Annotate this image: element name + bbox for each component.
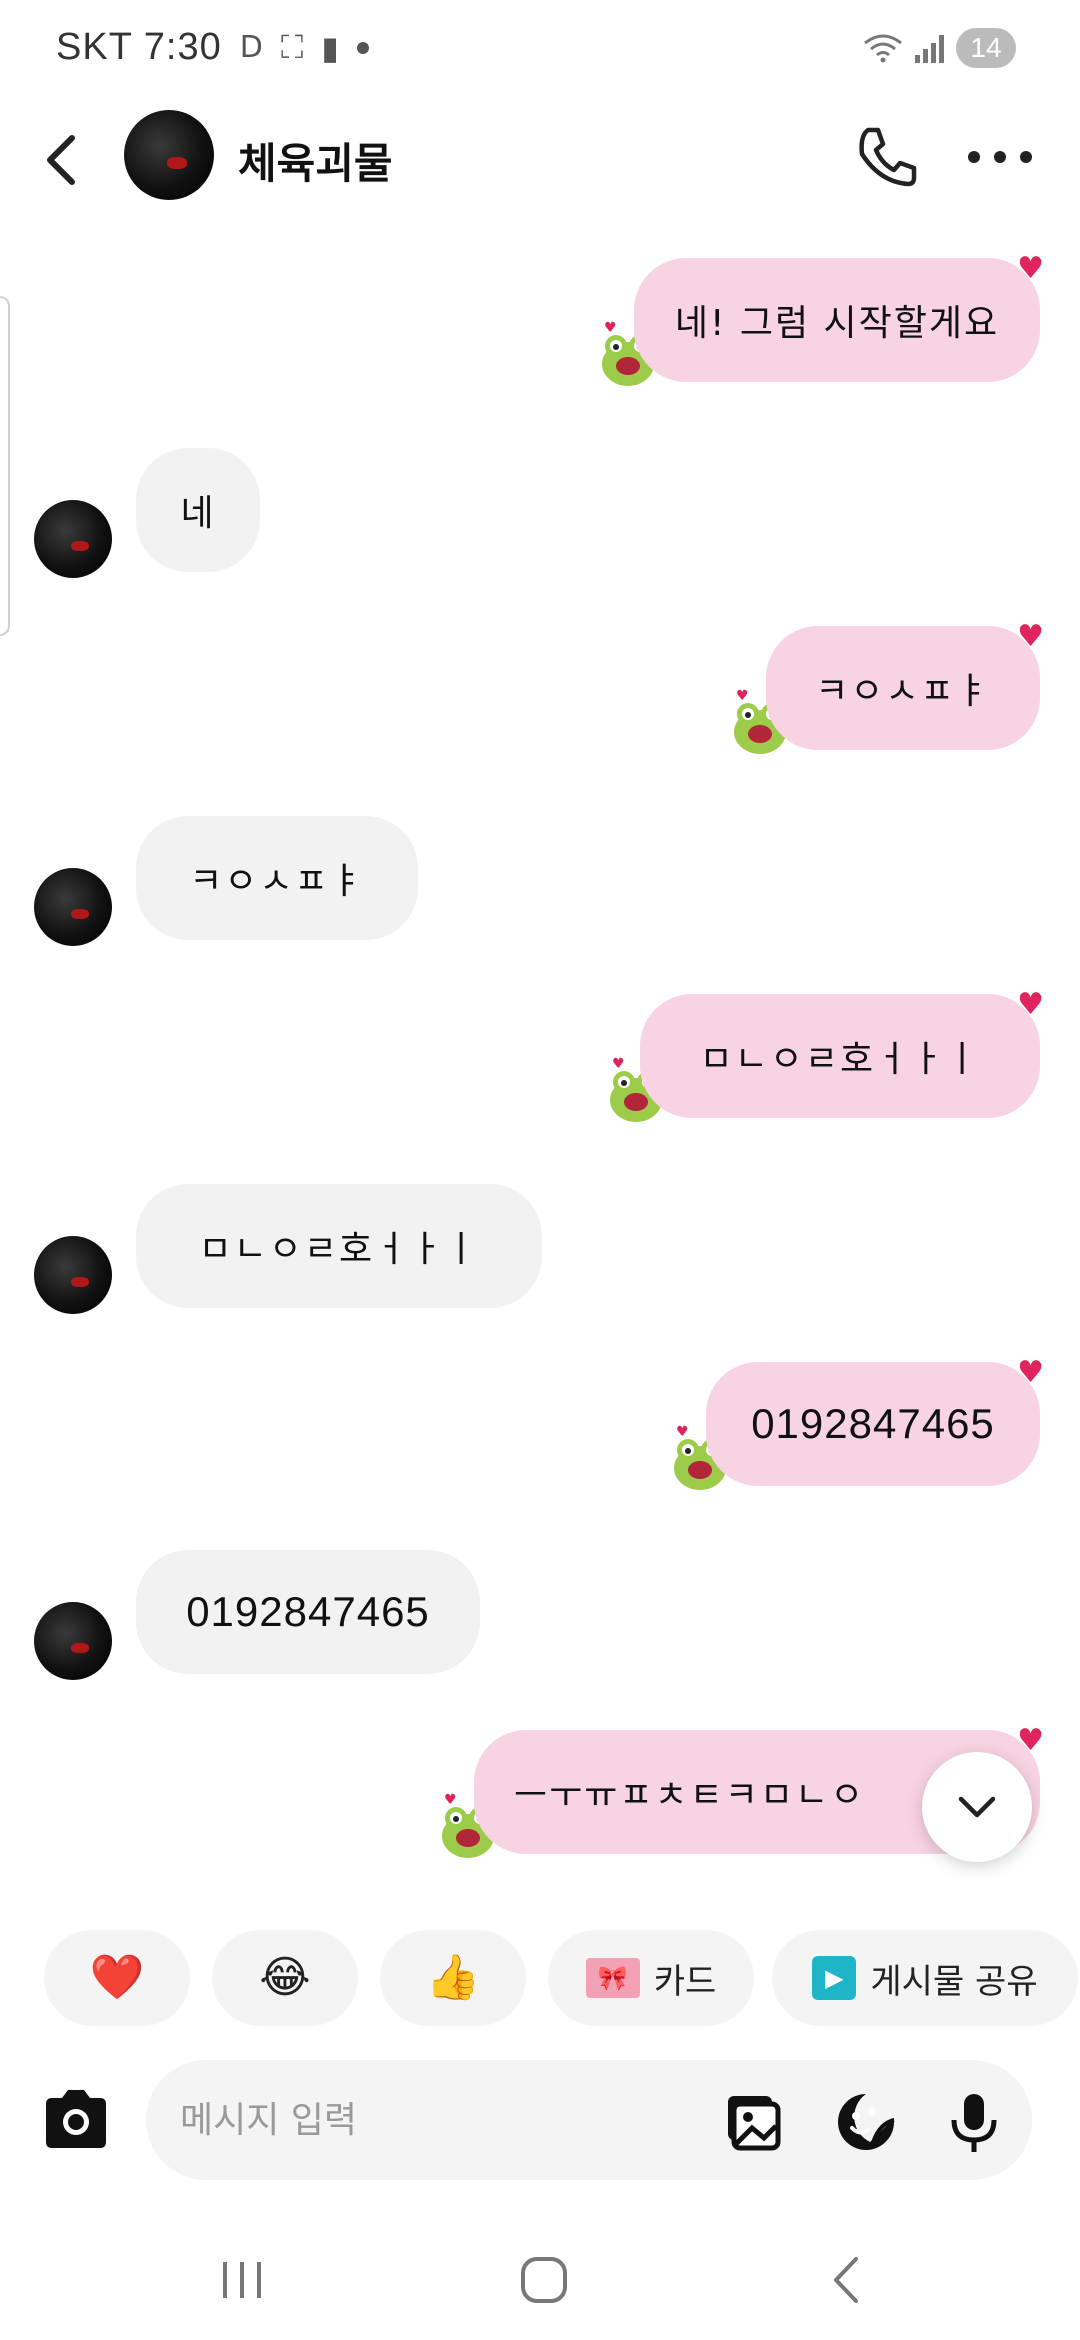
message-text: ㅡㅜㅠㅍㅊㅌㅋㅁㄴㅇ xyxy=(514,1775,866,1816)
sticker-icon[interactable] xyxy=(834,2090,898,2154)
svg-text:♥: ♥ xyxy=(604,320,617,336)
received-bubble[interactable]: ㅋㅇㅅㅍㅑ xyxy=(136,816,418,940)
recents-icon xyxy=(223,2262,261,2298)
status-right: 14 xyxy=(863,28,1016,68)
chevron-left-icon[interactable] xyxy=(38,128,88,192)
card-button[interactable]: 🎀 카드 xyxy=(548,1930,754,2026)
status-bar: SKT 7:30 D ⛶ ▮ 14 xyxy=(0,0,1080,100)
scroll-to-bottom-button[interactable] xyxy=(922,1752,1032,1862)
laugh-emoji-icon: 😂 xyxy=(259,1952,311,2003)
quick-reply-bar: ❤️ 😂 👍 🎀 카드 ▶ 게시물 공유 xyxy=(44,1930,1080,2026)
chevron-down-icon xyxy=(958,1796,996,1818)
gallery-icon[interactable] xyxy=(720,2090,784,2154)
clock: 7:30 xyxy=(143,26,222,68)
svg-text:♥: ♥ xyxy=(736,688,749,704)
message-text: ㅋㅇㅅㅍㅑ xyxy=(189,861,365,902)
wifi-icon xyxy=(864,34,902,63)
message-input[interactable] xyxy=(180,2090,680,2150)
notification-dot-icon xyxy=(356,41,369,54)
heart-emoji-icon: ❤️ xyxy=(89,1952,145,2003)
quick-heart-button[interactable]: ❤️ xyxy=(44,1930,190,2026)
nav-back-button[interactable] xyxy=(806,2250,886,2310)
signal-icon xyxy=(915,33,944,63)
sent-bubble[interactable]: ㅁㄴㅇㄹ호ㅓㅏㅣ ♥ xyxy=(640,990,1044,1118)
back-arrow-icon xyxy=(834,2257,858,2303)
chat-header: 체육괴물 xyxy=(0,100,1080,220)
microphone-icon[interactable] xyxy=(942,2090,1006,2154)
status-left: SKT 7:30 D ⛶ ▮ xyxy=(56,26,369,69)
svg-text:♥: ♥ xyxy=(444,1792,457,1808)
system-nav-bar xyxy=(0,2220,1080,2340)
contact-avatar[interactable] xyxy=(124,110,214,200)
carrier-label: SKT 7:30 xyxy=(56,26,222,68)
home-icon xyxy=(521,2257,567,2303)
card-label: 카드 xyxy=(653,1961,717,2002)
contact-avatar[interactable] xyxy=(34,500,112,578)
received-bubble[interactable]: 0192847465 xyxy=(136,1550,480,1674)
message-text: 네 xyxy=(180,493,216,534)
recents-button[interactable] xyxy=(202,2250,282,2310)
message-text: 0192847465 xyxy=(751,1400,995,1447)
heart-icon: ♥ xyxy=(1017,1355,1046,1390)
d-indicator: D xyxy=(239,30,263,65)
message-text: 네! 그럼 시작할게요 xyxy=(674,303,1000,344)
heart-icon: ♥ xyxy=(1017,251,1046,286)
received-bubble[interactable]: 네 xyxy=(136,448,260,572)
contact-avatar[interactable] xyxy=(34,1236,112,1314)
phone-icon[interactable] xyxy=(852,122,922,192)
heart-icon: ♥ xyxy=(1017,987,1046,1022)
message-input-box[interactable] xyxy=(146,2060,1032,2180)
sent-bubble[interactable]: ㅋㅇㅅㅍㅑ ♥ xyxy=(766,622,1044,750)
share-post-button[interactable]: ▶ 게시물 공유 xyxy=(772,1930,1078,2026)
battery-alert-icon: ▮ xyxy=(321,28,339,67)
received-bubble[interactable]: ㅁㄴㅇㄹ호ㅓㅏㅣ xyxy=(136,1184,542,1308)
play-icon: ▶ xyxy=(812,1956,857,2000)
thumbs-up-emoji-icon: 👍 xyxy=(425,1952,481,2003)
chat-screen: SKT 7:30 D ⛶ ▮ 14 체육괴물 ♥ 네! 그럼 시작할게요 ♥ 네… xyxy=(0,0,1080,2340)
sent-bubble[interactable]: 0192847465 ♥ xyxy=(706,1358,1044,1486)
more-dots-icon[interactable] xyxy=(968,142,1032,172)
svg-text:♥: ♥ xyxy=(612,1056,625,1072)
message-text: ㅋㅇㅅㅍㅑ xyxy=(815,671,991,712)
contact-name[interactable]: 체육괴물 xyxy=(238,130,393,191)
message-text: ㅁㄴㅇㄹ호ㅓㅏㅣ xyxy=(699,1039,981,1080)
share-post-label: 게시물 공유 xyxy=(870,1961,1038,2002)
svg-text:♥: ♥ xyxy=(676,1424,689,1440)
message-text: ㅁㄴㅇㄹ호ㅓㅏㅣ xyxy=(198,1229,480,1270)
message-list[interactable]: ♥ 네! 그럼 시작할게요 ♥ 네 ♥ ㅋㅇㅅㅍㅑ ♥ ㅋㅇㅅㅍㅑ ♥ ㅁㄴㅇㄹ… xyxy=(0,230,1080,1880)
camera-icon[interactable] xyxy=(40,2088,112,2150)
contact-avatar[interactable] xyxy=(34,868,112,946)
gift-card-icon: 🎀 xyxy=(585,1958,640,1998)
battery-badge: 14 xyxy=(956,28,1016,68)
contact-avatar[interactable] xyxy=(34,1602,112,1680)
composer xyxy=(0,2060,1080,2180)
home-button[interactable] xyxy=(504,2250,584,2310)
message-text: 0192847465 xyxy=(186,1588,430,1635)
heart-icon: ♥ xyxy=(1017,619,1046,654)
heart-icon: ♥ xyxy=(1017,1723,1046,1758)
sent-bubble[interactable]: 네! 그럼 시작할게요 ♥ xyxy=(634,254,1044,382)
screenshot-icon: ⛶ xyxy=(280,28,304,66)
quick-laugh-button[interactable]: 😂 xyxy=(212,1930,358,2026)
quick-thumbs-button[interactable]: 👍 xyxy=(380,1930,526,2026)
